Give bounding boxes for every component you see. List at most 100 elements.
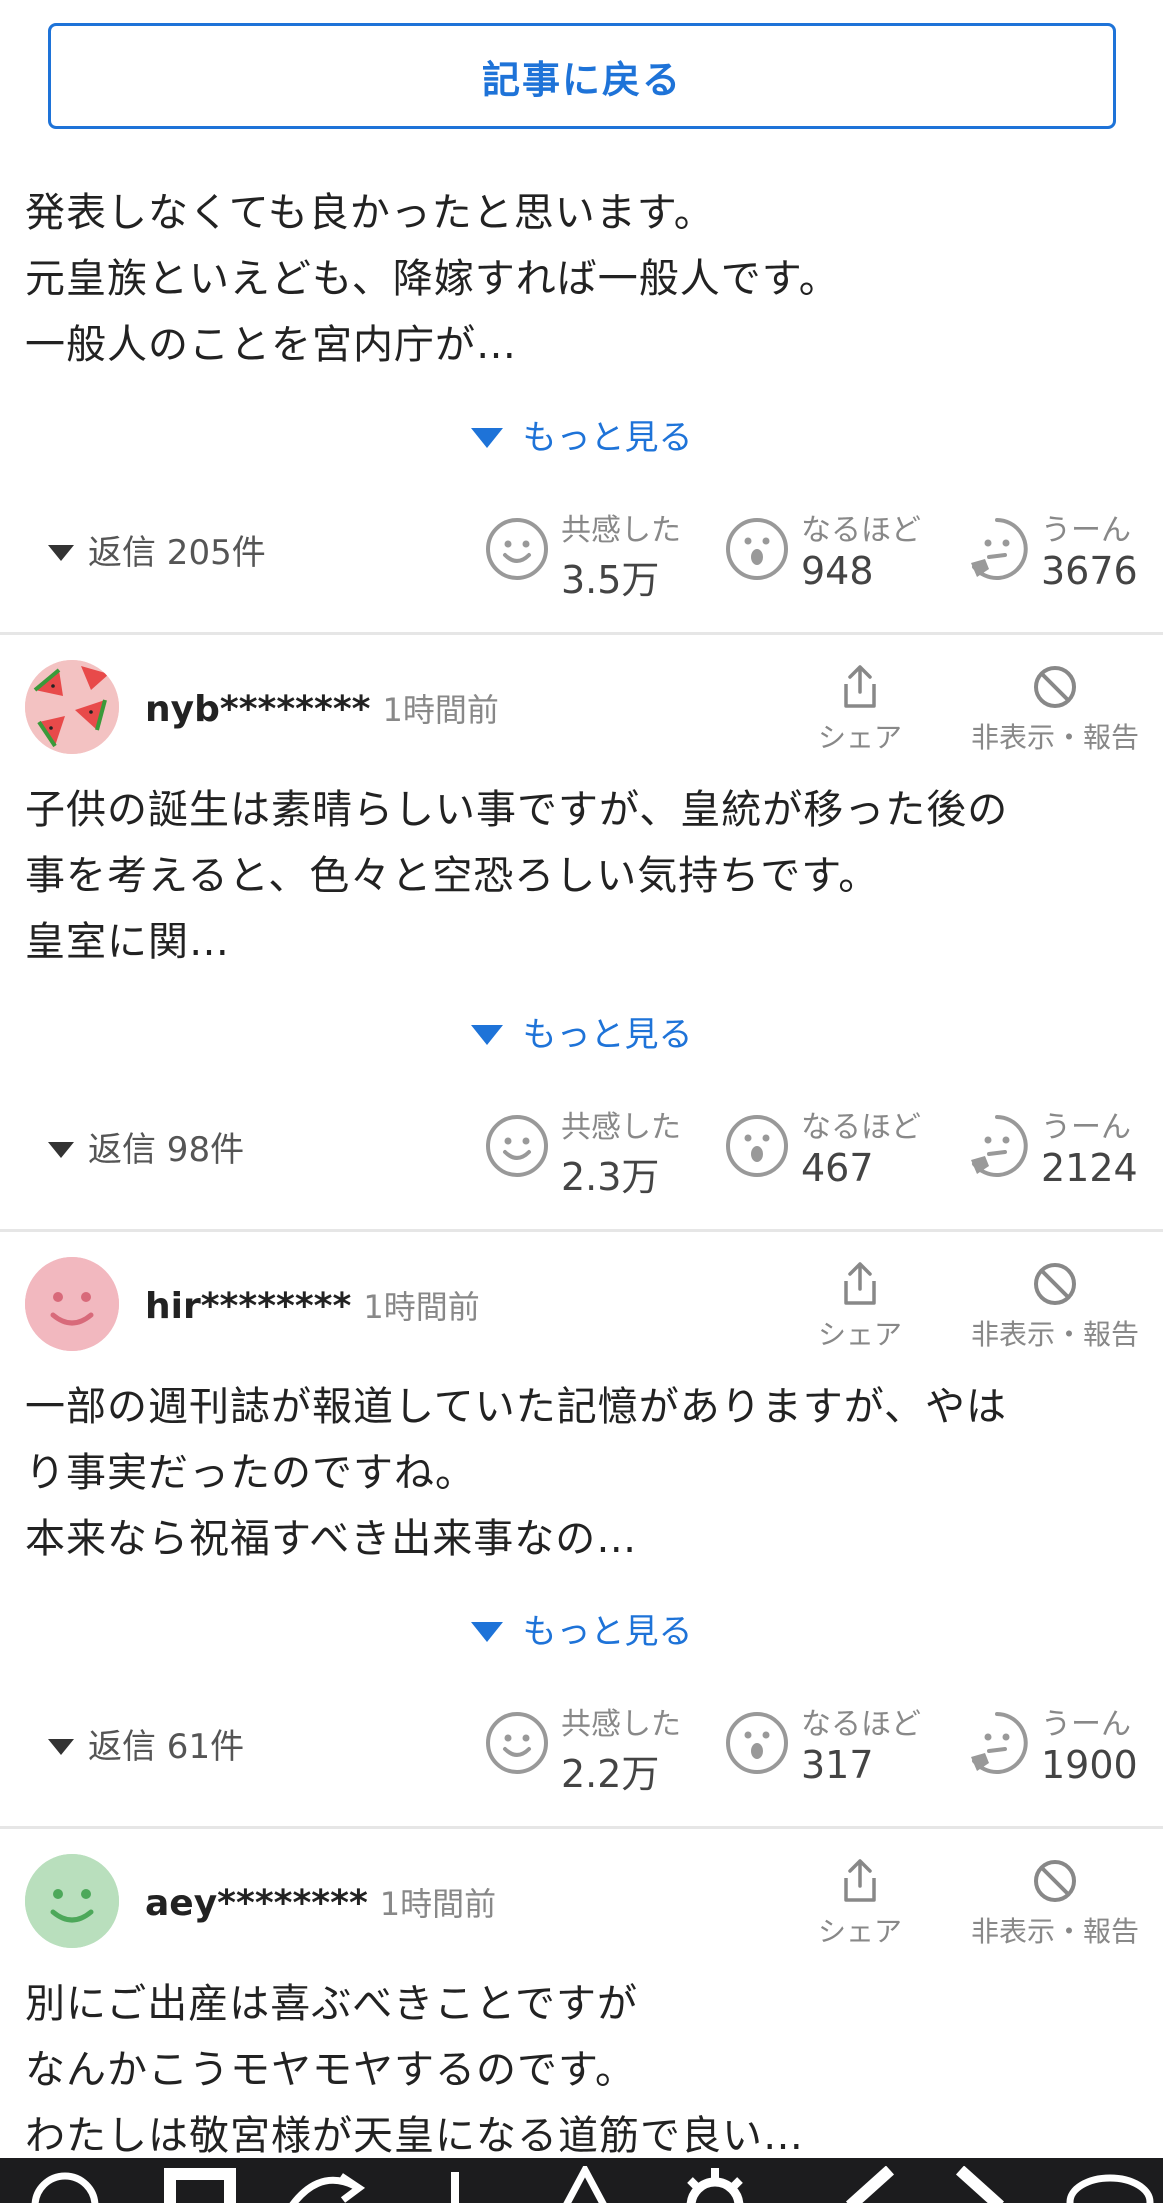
comment-line: り事実だったのですね。 [25, 1450, 476, 1496]
avatar[interactable] [25, 1257, 119, 1351]
smile-face-icon [486, 1115, 548, 1177]
triangle-down-icon [470, 427, 503, 448]
username[interactable]: hir******** 1時間前 [145, 1282, 480, 1328]
reaction-label: 共感した [561, 1707, 681, 1742]
hide-report-button[interactable]: 非表示・報告 [955, 664, 1155, 756]
share-label: シェア [817, 1318, 902, 1351]
share-button[interactable]: シェア [760, 1261, 960, 1353]
post-time: 1時間前 [382, 691, 499, 729]
comment-line: なんかこうモヤモヤするのです。 [25, 2047, 636, 2093]
triangle-down-icon [48, 1738, 74, 1755]
avatar[interactable] [25, 660, 119, 754]
share-icon [844, 665, 876, 708]
share-label: シェア [817, 721, 902, 754]
reaction-count: 2.2万 [561, 1752, 660, 1796]
prohibited-icon [1034, 1263, 1076, 1305]
green-smile-avatar-icon [25, 1854, 119, 1948]
back-to-article-button[interactable]: 記事に戻る [48, 23, 1116, 129]
comment-line: 元皇族といえども、降嫁すれば一般人です。 [25, 256, 840, 302]
empathy-reaction-button[interactable]: 共感した 2.2万 [485, 1699, 695, 1796]
username[interactable]: nyb******** 1時間前 [145, 685, 499, 731]
comment-body: 発表しなくても良かったと思います。 元皇族といえども、降嫁すれば一般人です。 一… [25, 180, 1135, 378]
divider [0, 1229, 1163, 1232]
show-more-button[interactable]: もっと見る [0, 410, 1163, 459]
replies-toggle[interactable]: 返信 61件 [48, 1719, 244, 1768]
hide-report-button[interactable]: 非表示・報告 [955, 1261, 1155, 1353]
username-text: hir******** [145, 1286, 352, 1327]
username[interactable]: aey******** 1時間前 [145, 1879, 496, 1925]
replies-toggle[interactable]: 返信 205件 [48, 525, 266, 574]
surprised-face-icon [726, 1115, 788, 1177]
username-text: aey******** [145, 1883, 368, 1924]
replies-toggle[interactable]: 返信 98件 [48, 1122, 244, 1171]
comment-line: 事を考えると、色々と空恐ろしい気持ちです。 [25, 853, 880, 899]
reaction-label: 共感した [561, 513, 681, 548]
speech-bubble-icon[interactable] [1060, 2166, 1160, 2203]
comment-line: 本来なら祝福すべき出来事なの… [25, 1516, 638, 1562]
comment-body: 子供の誕生は素晴らしい事ですが、皇統が移った後の 事を考えると、色々と空恐ろしい… [25, 777, 1135, 975]
show-more-button[interactable]: もっと見る [0, 1604, 1163, 1653]
naruhodo-reaction-button[interactable]: なるほど 948 [725, 505, 935, 597]
reaction-count: 2.3万 [561, 1155, 660, 1199]
hide-report-button[interactable]: 非表示・報告 [955, 1858, 1155, 1950]
comment-line: 子供の誕生は素晴らしい事ですが、皇統が移った後の [25, 787, 1009, 833]
hide-report-label: 非表示・報告 [970, 1318, 1139, 1351]
reaction-label: なるほど [801, 1707, 921, 1742]
empathy-reaction-button[interactable]: 共感した 2.3万 [485, 1102, 695, 1199]
avatar[interactable] [25, 1854, 119, 1948]
comment-line: 別にご出産は喜ぶべきことですが [25, 1981, 638, 2027]
reaction-label: うーん [1041, 513, 1131, 548]
reaction-count: 948 [801, 549, 874, 593]
thinking-face-icon [971, 1712, 1028, 1774]
post-time: 1時間前 [363, 1288, 480, 1326]
triangle-down-icon [470, 1024, 503, 1045]
naruhodo-reaction-button[interactable]: なるほど 467 [725, 1102, 935, 1194]
prohibited-icon [1034, 666, 1076, 708]
triangle-down-icon [48, 1141, 74, 1158]
smile-face-icon [486, 518, 548, 580]
reaction-label: うーん [1041, 1707, 1131, 1742]
empathy-reaction-button[interactable]: 共感した 3.5万 [485, 505, 695, 602]
reaction-count: 467 [801, 1146, 874, 1190]
comment-body: 一部の週刊誌が報道していた記憶がありますが、やは り事実だったのですね。 本来な… [25, 1374, 1135, 1572]
replies-label: 返信 98件 [88, 1130, 245, 1170]
uun-reaction-button[interactable]: うーん 3676 [965, 505, 1163, 597]
reaction-label: なるほど [801, 513, 921, 548]
share-button[interactable]: シェア [760, 664, 960, 756]
chevron-left-icon[interactable] [820, 2166, 910, 2203]
watermelon-avatar-icon [25, 660, 119, 754]
reaction-count: 3676 [1041, 549, 1138, 593]
line-tool-icon[interactable] [425, 2166, 485, 2203]
divider [0, 1826, 1163, 1829]
settings-gear-icon[interactable] [670, 2166, 760, 2203]
show-more-button[interactable]: もっと見る [0, 1007, 1163, 1056]
username-text: nyb******** [145, 689, 371, 730]
comment-line: 皇室に関… [25, 919, 230, 965]
triangle-down-icon [470, 1621, 503, 1642]
replies-label: 返信 61件 [88, 1727, 245, 1767]
reaction-count: 1900 [1041, 1743, 1138, 1787]
circle-icon[interactable] [20, 2166, 110, 2203]
comment-line: 一般人のことを宮内庁が… [25, 322, 517, 368]
thinking-face-icon [971, 518, 1028, 580]
chevron-right-icon[interactable] [940, 2166, 1030, 2203]
share-icon [844, 1859, 876, 1902]
divider [0, 632, 1163, 635]
comment-line: 一部の週刊誌が報道していた記憶がありますが、やは [25, 1384, 1007, 1430]
surprised-face-icon [726, 1712, 788, 1774]
uun-reaction-button[interactable]: うーん 1900 [965, 1699, 1163, 1791]
replies-label: 返信 205件 [88, 533, 266, 573]
reaction-count: 2124 [1041, 1146, 1138, 1190]
reaction-label: なるほど [801, 1110, 921, 1145]
reaction-label: 共感した [561, 1110, 681, 1145]
comment-body: 別にご出産は喜ぶべきことですが なんかこうモヤモヤするのです。 わたしは敬宮様が… [25, 1971, 1135, 2169]
reaction-count: 317 [801, 1743, 874, 1787]
square-icon[interactable] [160, 2166, 250, 2203]
hide-report-label: 非表示・報告 [970, 1915, 1139, 1948]
share-button[interactable]: シェア [760, 1858, 960, 1950]
naruhodo-reaction-button[interactable]: なるほど 317 [725, 1699, 935, 1791]
text-tool-icon[interactable] [545, 2166, 625, 2203]
prohibited-icon [1034, 1860, 1076, 1902]
uun-reaction-button[interactable]: うーん 2124 [965, 1102, 1163, 1194]
curved-arrow-icon[interactable] [275, 2166, 385, 2203]
